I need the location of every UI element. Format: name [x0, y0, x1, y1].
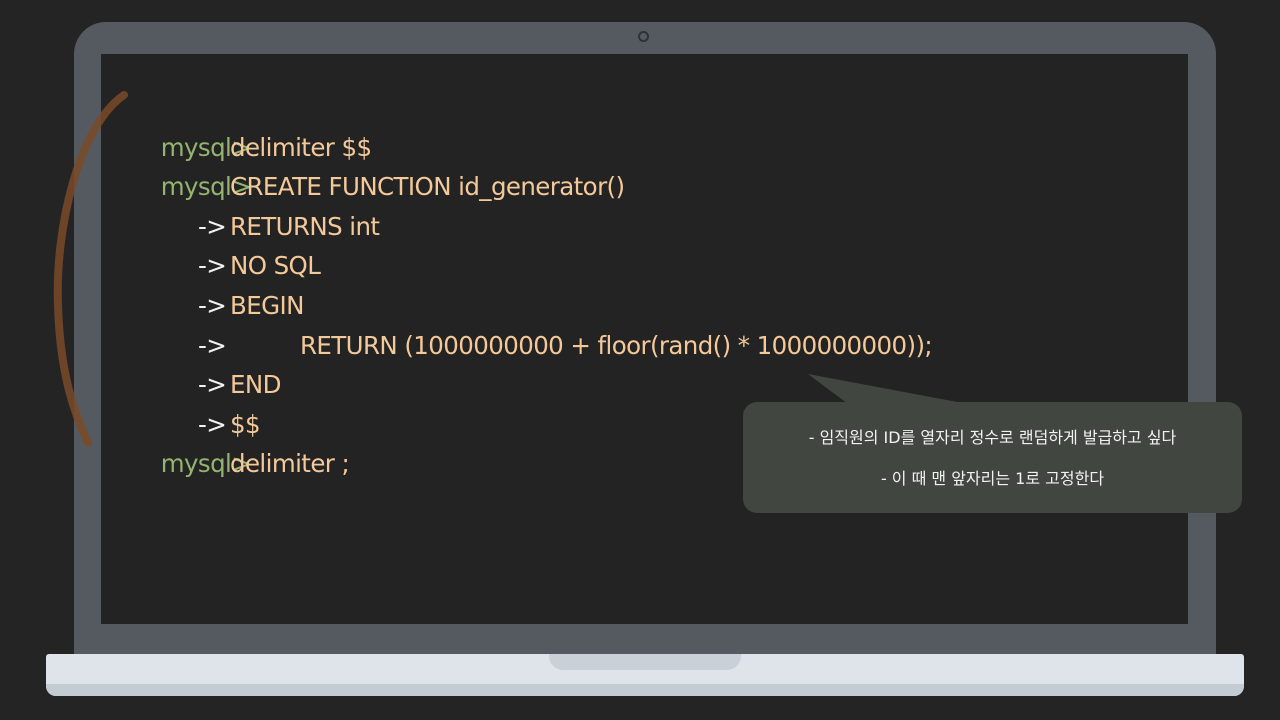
pen-annotation-bracket	[53, 91, 128, 447]
code-line: -> NO SQL	[132, 207, 321, 280]
speech-bubble-note: - 임직원의 ID를 열자리 정수로 랜덤하게 발급하고 싶다 - 이 때 맨 …	[743, 402, 1242, 513]
camera-icon	[638, 31, 649, 42]
laptop-notch	[549, 654, 741, 670]
code-text: CREATE FUNCTION id_generator()	[230, 172, 625, 202]
speech-bubble-tail	[808, 374, 968, 404]
code-line: -> RETURN (1000000000 + floor(rand() * 10…	[132, 286, 933, 360]
code-line: -> $$	[132, 365, 261, 439]
code-text: delimiter ;	[230, 449, 350, 479]
code-text: RETURN (1000000000 + floor(rand() * 1000…	[300, 330, 933, 360]
code-line: -> END	[132, 326, 281, 399]
note-line-2: - 이 때 맨 앞자리는 1로 고정한다	[880, 469, 1105, 488]
code-text: RETURNS int	[230, 211, 380, 241]
code-text: delimiter $$	[230, 132, 372, 162]
laptop-base-edge	[46, 684, 1244, 696]
sql-code-block: mysql> delimiter $$ mysql> CREATE FUNCTION…	[132, 88, 933, 479]
code-line: -> BEGIN	[132, 246, 304, 320]
code-line: -> RETURNS int	[132, 167, 380, 241]
code-line: mysql> delimiter $$	[132, 88, 372, 162]
code-line: mysql> CREATE FUNCTION id_generator()	[132, 128, 625, 201]
note-line-1: - 임직원의 ID를 열자리 정수로 랜덤하게 발급하고 싶다	[808, 428, 1177, 447]
code-line: mysql> delimiter ;	[132, 405, 350, 478]
